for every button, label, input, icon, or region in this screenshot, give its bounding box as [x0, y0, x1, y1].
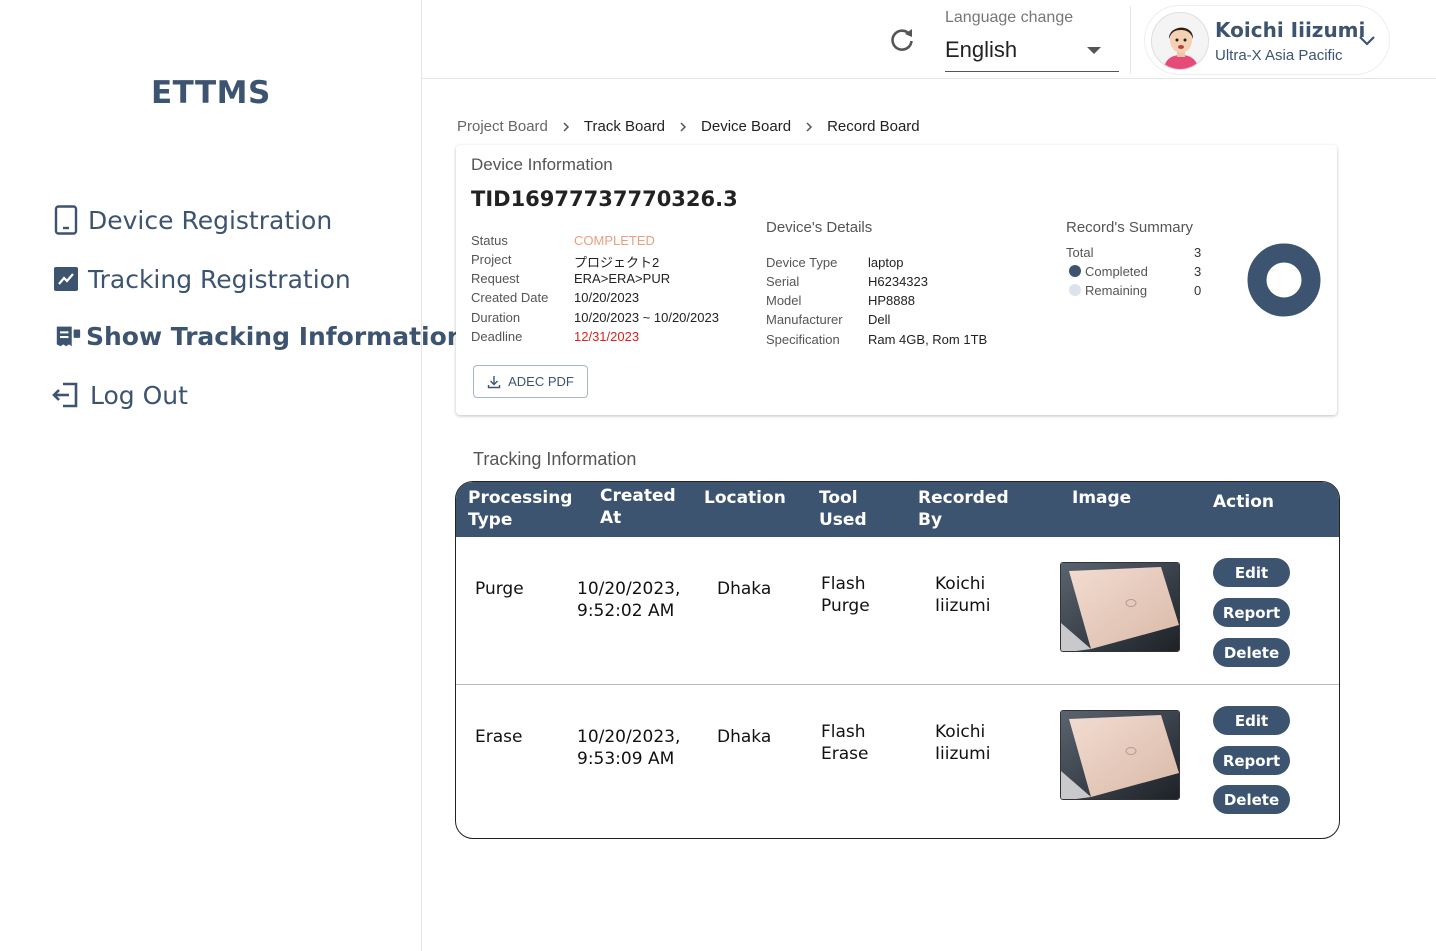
cell-processing-type: Erase	[475, 727, 523, 747]
cell-tool-used: Erase	[821, 744, 869, 764]
cell-created-date: 10/20/2023,	[577, 727, 681, 747]
column-recorded-by: Recorded By	[918, 488, 1009, 530]
chevron-down-icon	[1357, 30, 1377, 50]
sidebar-item-device-registration[interactable]: Device Registration	[52, 205, 332, 235]
column-location: Location	[704, 488, 786, 508]
cell-location: Dhaka	[717, 579, 772, 599]
table-header: Processing Type Created At Location Tool…	[456, 482, 1339, 537]
logout-icon	[50, 380, 82, 410]
summary-donut-chart	[1247, 243, 1321, 317]
breadcrumb-track-board[interactable]: Track Board	[584, 118, 665, 135]
column-processing-type: Processing Type	[468, 488, 573, 530]
summary-completed: Completed 3	[1069, 264, 1201, 279]
column-tool-used: Tool Used	[819, 488, 867, 530]
sidebar-item-label: Show Tracking Information	[86, 321, 465, 351]
adec-pdf-button[interactable]: ADEC PDF	[473, 365, 588, 398]
edit-button[interactable]: Edit	[1213, 558, 1290, 587]
language-label: Language change	[945, 9, 1074, 26]
cell-tool-used: Flash	[821, 722, 866, 742]
summary-total: Total 3	[1066, 245, 1202, 260]
edit-button[interactable]: Edit	[1213, 706, 1290, 735]
report-button[interactable]: Report	[1213, 598, 1290, 627]
cell-recorded-by: Koichi	[935, 722, 986, 742]
breadcrumb-project-board[interactable]: Project Board	[457, 118, 548, 135]
brand-logo: ETTMS	[151, 75, 271, 111]
caret-down-icon	[1087, 47, 1101, 54]
chart-icon	[52, 264, 80, 294]
user-name: Koichi Iiizumi	[1215, 18, 1366, 42]
user-organization: Ultra-X Asia Pacific	[1215, 47, 1343, 64]
table-row: Erase 10/20/2023, 9:53:09 AM Dhaka Flash…	[456, 686, 1339, 834]
status-value: COMPLETED	[574, 233, 655, 248]
sidebar-item-tracking-registration[interactable]: Tracking Registration	[52, 264, 351, 294]
device-details-title: Device's Details	[766, 219, 873, 236]
cell-location: Dhaka	[717, 727, 772, 747]
column-action: Action	[1213, 492, 1274, 512]
completed-dot-icon	[1069, 265, 1081, 277]
language-value: English	[945, 37, 1018, 62]
user-menu[interactable]: Koichi Iiizumi Ultra-X Asia Pacific	[1144, 5, 1390, 75]
cell-tool-used: Purge	[821, 596, 870, 616]
cell-recorded-by: Koichi	[935, 574, 986, 594]
laptop-image[interactable]	[1060, 562, 1180, 652]
cell-processing-type: Purge	[475, 579, 524, 599]
refresh-icon[interactable]	[888, 26, 916, 54]
tracking-id: TID16977737770326.3	[471, 187, 738, 211]
tracking-information-title: Tracking Information	[473, 449, 637, 469]
report-button[interactable]: Report	[1213, 746, 1290, 775]
remaining-dot-icon	[1069, 284, 1081, 296]
cell-created-time: 9:53:09 AM	[577, 749, 675, 769]
device-information-title: Device Information	[471, 155, 613, 174]
cell-created-date: 10/20/2023,	[577, 579, 681, 599]
adec-pdf-label: ADEC PDF	[508, 374, 574, 389]
column-created-at: Created At	[600, 486, 676, 528]
avatar	[1151, 12, 1209, 70]
laptop-image[interactable]	[1060, 710, 1180, 800]
sidebar-item-log-out[interactable]: Log Out	[50, 380, 188, 410]
chevron-right-icon	[678, 121, 688, 132]
cell-recorded-by: Iiizumi	[935, 744, 991, 764]
chevron-right-icon	[561, 121, 571, 132]
summary-remaining: Remaining 0	[1069, 283, 1201, 298]
cell-recorded-by: Iiizumi	[935, 596, 991, 616]
column-image: Image	[1072, 488, 1132, 508]
breadcrumb-device-board[interactable]: Device Board	[701, 118, 791, 135]
chevron-right-icon	[804, 121, 814, 132]
receipt-icon	[54, 321, 82, 351]
table-row: Purge 10/20/2023, 9:52:02 AM Dhaka Flash…	[456, 537, 1339, 685]
deadline-value: 12/31/2023	[574, 329, 640, 344]
device-information-card: Device Information TID16977737770326.3 S…	[456, 145, 1337, 415]
top-header: Language change English Koichi Iiizumi U…	[422, 0, 1436, 79]
sidebar: ETTMS Device Registration Tracking Regis…	[0, 0, 465, 951]
delete-button[interactable]: Delete	[1213, 638, 1290, 667]
breadcrumb: Project Board Track Board Device Board R…	[457, 118, 920, 135]
tracking-table: Processing Type Created At Location Tool…	[455, 481, 1340, 839]
record-summary-title: Record's Summary	[1066, 219, 1194, 236]
breadcrumb-record-board[interactable]: Record Board	[827, 118, 920, 135]
sidebar-item-label: Tracking Registration	[88, 264, 351, 294]
delete-button[interactable]: Delete	[1213, 785, 1290, 814]
cell-created-time: 9:52:02 AM	[577, 601, 675, 621]
download-icon	[487, 375, 501, 389]
sidebar-item-show-tracking-information[interactable]: Show Tracking Information	[54, 321, 465, 351]
cell-tool-used: Flash	[821, 574, 866, 594]
sidebar-item-label: Device Registration	[88, 205, 333, 235]
language-select[interactable]: English	[945, 34, 1119, 72]
tablet-icon	[52, 205, 80, 235]
sidebar-item-label: Log Out	[90, 380, 188, 410]
header-divider	[1130, 6, 1131, 74]
